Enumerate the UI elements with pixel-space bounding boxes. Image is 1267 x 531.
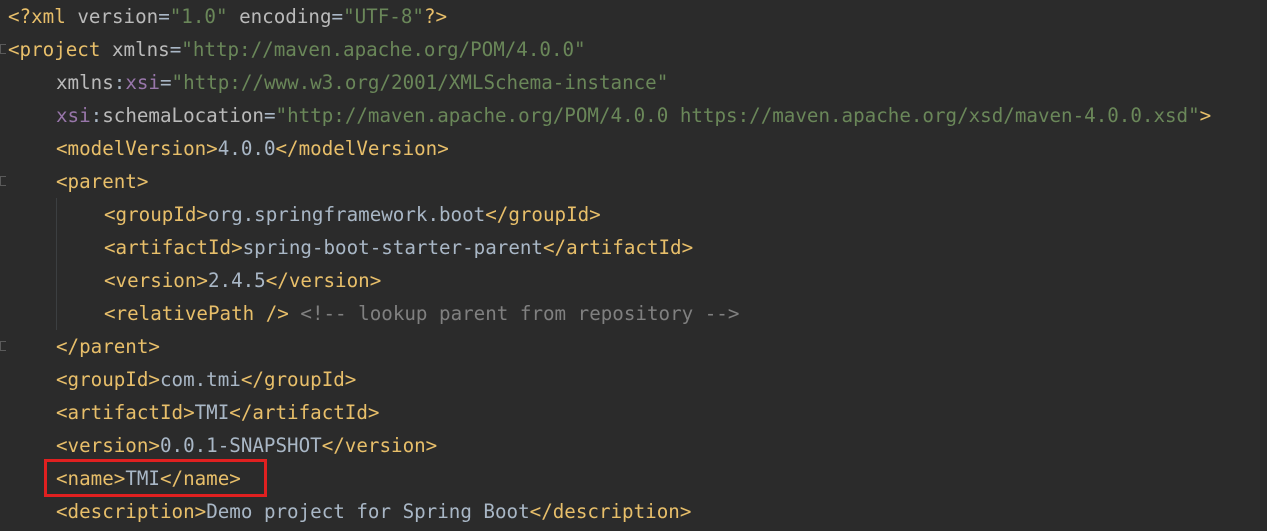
code-token-tag: </modelVersion> — [275, 137, 449, 160]
code-line[interactable]: <version>0.0.1-SNAPSHOT</version> — [56, 429, 437, 462]
fold-marker-icon[interactable] — [0, 176, 6, 186]
fold-gutter — [0, 0, 8, 531]
code-token-attr: encoding — [239, 5, 332, 28]
code-token-ns: xsi — [125, 71, 160, 94]
code-token-txt: org.springframework.boot — [207, 203, 486, 226]
code-token-val: "1.0" — [169, 5, 228, 28]
code-token-txt: = — [159, 71, 172, 94]
code-token-tag: </description> — [529, 500, 692, 523]
code-token-tag: </artifactId> — [542, 236, 694, 259]
code-token-comment: <!-- lookup parent from repository --> — [300, 302, 740, 325]
code-token-tag: </artifactId> — [229, 401, 380, 424]
fold-marker-icon[interactable] — [0, 341, 6, 351]
code-token-attr: schemaLocation — [102, 104, 264, 127]
code-token-attr: xmlns — [111, 38, 170, 61]
code-token-txt: 4.0.0 — [217, 137, 276, 160]
code-line[interactable]: <parent> — [56, 165, 148, 198]
code-token-tag: <groupId> — [104, 203, 208, 226]
code-token-val: "http://maven.apache.org/POM/4.0.0 https… — [275, 104, 1200, 127]
code-token-tag: <artifactId> — [104, 236, 243, 259]
code-token-tag: </version> — [265, 269, 382, 292]
code-token-attr: version — [77, 5, 159, 28]
code-token-txt: : — [90, 104, 103, 127]
code-line[interactable]: <artifactId>spring-boot-starter-parent</… — [104, 231, 693, 264]
code-token-tag: </groupId> — [485, 203, 601, 226]
code-token-tag: <?xml — [8, 5, 78, 28]
code-token-tag: <modelVersion> — [56, 137, 218, 160]
code-token-tag: <version> — [56, 434, 160, 457]
code-token-tag: <parent> — [56, 170, 149, 193]
code-token-val: "UTF-8" — [343, 5, 424, 28]
code-line[interactable]: <artifactId>TMI</artifactId> — [56, 396, 379, 429]
code-token-tag: <version> — [104, 269, 208, 292]
indent-guide — [56, 198, 57, 330]
code-token-txt: = — [158, 5, 170, 28]
code-token-txt: : — [113, 71, 126, 94]
code-token-tag: </parent> — [56, 335, 160, 358]
code-line[interactable]: <?xml version="1.0" encoding="UTF-8"?> — [8, 0, 447, 33]
code-token-txt: TMI — [194, 401, 230, 424]
code-editor[interactable]: <?xml version="1.0" encoding="UTF-8"?> <p… — [0, 0, 1267, 531]
code-token-tag: <artifactId> — [56, 401, 195, 424]
code-line[interactable]: </parent> — [56, 330, 160, 363]
code-token-attr: xmlns — [56, 71, 114, 94]
code-token-txt: = — [331, 5, 344, 28]
code-line[interactable]: <relativePath /> <!-- lookup parent from… — [104, 297, 739, 330]
code-token-txt: com.tmi — [159, 368, 241, 391]
code-token-val: "http://www.w3.org/2001/XMLSchema-instan… — [171, 71, 669, 94]
code-line[interactable]: <description>Demo project for Spring Boo… — [56, 495, 691, 528]
code-token-tag: </version> — [321, 434, 438, 457]
code-token-tag: ?> — [423, 5, 448, 28]
code-token-tag: <relativePath /> — [104, 302, 289, 325]
code-line[interactable]: <modelVersion>4.0.0</modelVersion> — [56, 132, 449, 165]
code-line[interactable]: <groupId>org.springframework.boot</group… — [104, 198, 601, 231]
code-line[interactable]: <project xmlns="http://maven.apache.org/… — [8, 33, 586, 66]
code-token-ns: xsi — [56, 104, 91, 127]
code-token-tag: > — [1199, 104, 1212, 127]
code-line[interactable]: <version>2.4.5</version> — [104, 264, 381, 297]
code-token-txt: 0.0.1-SNAPSHOT — [159, 434, 322, 457]
code-line[interactable]: xsi:schemaLocation="http://maven.apache.… — [56, 99, 1211, 132]
code-token-txt: = — [169, 38, 182, 61]
code-token-txt: 2.4.5 — [207, 269, 266, 292]
code-token-tag: <groupId> — [56, 368, 160, 391]
code-token-tag: </groupId> — [240, 368, 357, 391]
code-token-txt: spring-boot-starter-parent — [242, 236, 543, 259]
fold-marker-icon[interactable] — [0, 44, 6, 54]
code-token-val: "http://maven.apache.org/POM/4.0.0" — [181, 38, 586, 61]
name-highlight-box — [44, 459, 267, 497]
code-line[interactable]: xmlns:xsi="http://www.w3.org/2001/XMLSch… — [56, 66, 668, 99]
code-line[interactable]: <groupId>com.tmi</groupId> — [56, 363, 356, 396]
code-token-tag: <description> — [56, 500, 207, 523]
code-token-txt: = — [263, 104, 276, 127]
code-token-txt: Demo project for Spring Boot — [206, 500, 530, 523]
code-token-tag: <project — [8, 38, 112, 61]
